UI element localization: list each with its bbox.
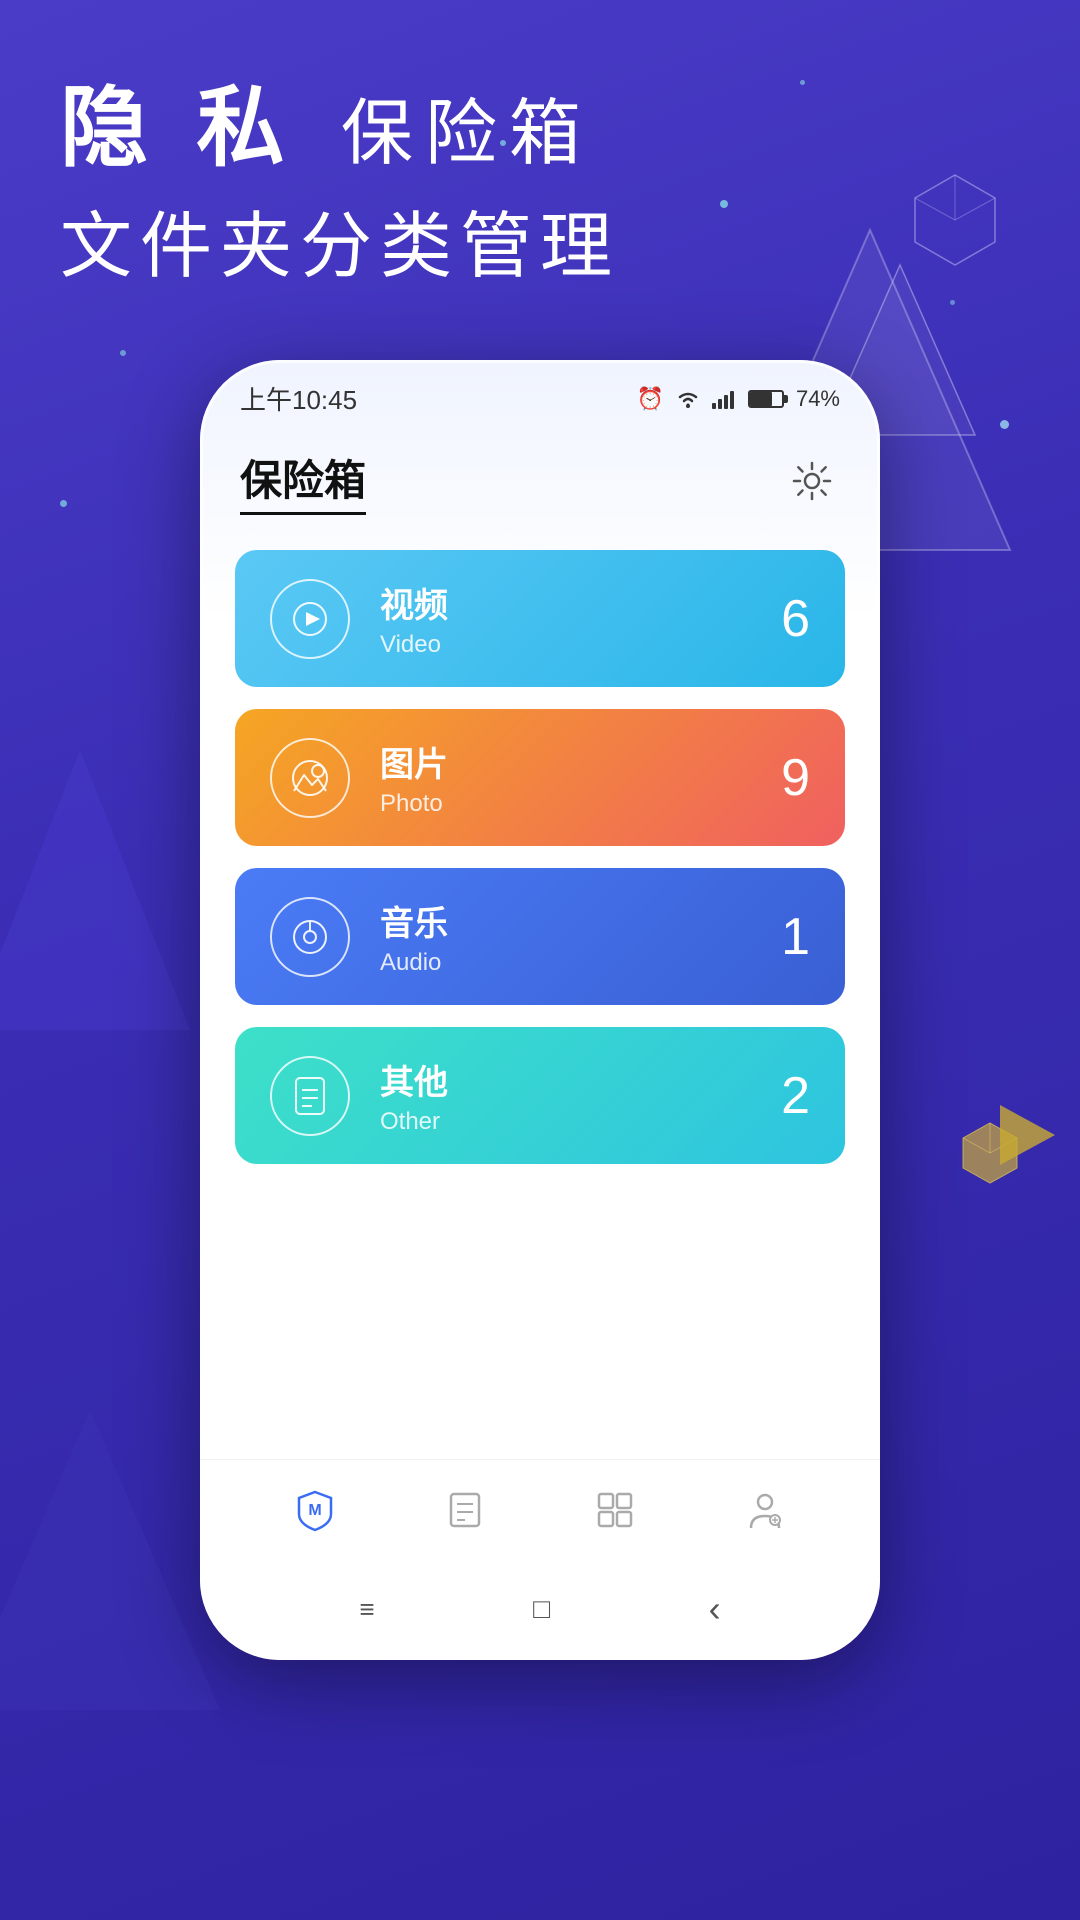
video-count: 6 [781,589,810,649]
other-count: 2 [781,1066,810,1126]
category-card-photo[interactable]: 图片 Photo 9 [235,709,845,846]
alarm-icon: ⏰ [637,386,664,412]
audio-count: 1 [781,907,810,967]
other-icon-circle [270,1056,350,1136]
sys-nav-home[interactable]: □ [533,1593,550,1625]
headline-1: 隐 私 保险箱 [60,80,620,177]
deco-triangle-gold [1000,1100,1060,1170]
file-icon [290,1074,330,1118]
phone-mockup: 上午10:45 ⏰ 74% [200,360,880,1660]
bottom-nav: M [200,1459,880,1560]
photo-card-text: 图片 Photo [380,737,810,818]
other-name-cn: 其他 [380,1055,810,1104]
apps-nav-icon [593,1488,637,1532]
audio-card-text: 音乐 Audio [380,896,810,977]
category-card-audio[interactable]: 音乐 Audio 1 [235,868,845,1005]
photo-icon-circle [270,738,350,818]
status-icons: ⏰ 74% [637,386,840,412]
sys-nav-back[interactable]: ‹ [709,1588,721,1630]
photo-count: 9 [781,748,810,808]
photo-name-en: Photo [380,790,810,818]
nav-item-apps[interactable] [575,1480,655,1540]
files-nav-icon [443,1488,487,1532]
other-card-text: 其他 Other [380,1055,810,1136]
music-icon [288,915,332,959]
signal-icon [712,389,738,409]
video-icon-circle [270,579,350,659]
category-card-other[interactable]: 其他 Other 2 [235,1027,845,1164]
other-name-en: Other [380,1108,810,1136]
gear-icon [790,459,834,503]
video-name-en: Video [380,631,810,659]
battery-indicator: 74% [748,386,840,412]
settings-button[interactable] [784,453,840,509]
nav-item-profile[interactable] [725,1480,805,1540]
deco-triangle-left [0,750,190,1030]
mountain-icon [288,759,332,797]
headline-2: 文件夹分类管理 [60,187,620,292]
category-card-video[interactable]: 视频 Video 6 [235,550,845,687]
app-header: 保险箱 [200,427,880,530]
audio-icon-circle [270,897,350,977]
profile-nav-icon [743,1488,787,1532]
wifi-icon [674,389,702,409]
video-name-cn: 视频 [380,578,810,627]
nav-item-safe[interactable]: M [275,1480,355,1540]
play-icon [292,601,328,637]
deco-cube-bottom-right [960,1120,1020,1190]
sys-nav-menu[interactable]: ≡ [359,1594,374,1625]
audio-name-cn: 音乐 [380,896,810,945]
video-card-text: 视频 Video [380,578,810,659]
shield-nav-icon: M [293,1488,337,1532]
category-cards: 视频 Video 6 图片 Photo 9 [200,530,880,1184]
svg-text:M: M [308,1502,321,1519]
header-text: 隐 私 保险箱 文件夹分类管理 [60,80,620,292]
status-time: 上午10:45 [240,380,357,417]
nav-item-files[interactable] [425,1480,505,1540]
app-title: 保险箱 [240,447,366,515]
system-nav: ≡ □ ‹ [200,1578,880,1640]
deco-triangle-bottom-left [0,1400,220,1720]
photo-name-cn: 图片 [380,737,810,786]
status-bar: 上午10:45 ⏰ 74% [200,360,880,427]
deco-cube-top-right [910,170,1000,270]
audio-name-en: Audio [380,949,810,977]
